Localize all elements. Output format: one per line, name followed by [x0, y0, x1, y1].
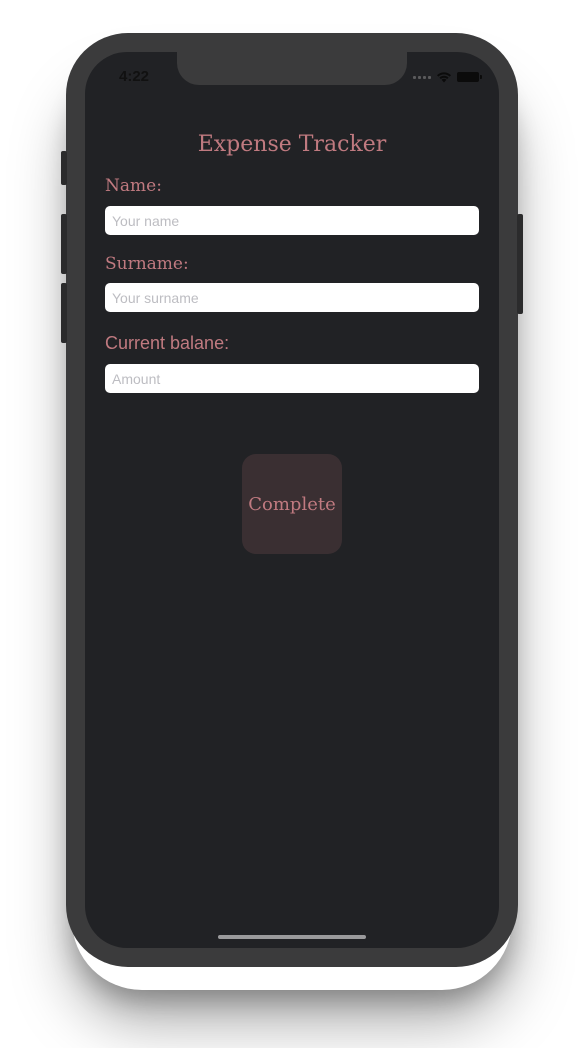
- mute-switch: [61, 151, 67, 185]
- app-title: Expense Tracker: [197, 132, 387, 157]
- volume-down-button: [61, 283, 67, 343]
- surname-field-container: [105, 283, 479, 312]
- status-time: 4:22: [119, 68, 150, 85]
- volume-up-button: [61, 214, 67, 274]
- app-screen: 4:22 Expense Tracker Name: Surname: Curr…: [85, 52, 499, 948]
- notch: [177, 52, 407, 85]
- power-button: [517, 214, 523, 314]
- stage: 4:22 Expense Tracker Name: Surname: Curr…: [0, 0, 584, 1048]
- status-icons: [413, 71, 482, 83]
- home-indicator[interactable]: [218, 935, 366, 939]
- surname-input[interactable]: [112, 289, 472, 306]
- wifi-icon: [437, 72, 451, 83]
- balance-label: Current balane:: [105, 333, 230, 353]
- name-label: Name:: [105, 176, 162, 196]
- balance-field-container: [105, 364, 479, 393]
- signal-icon: [413, 75, 431, 79]
- balance-input[interactable]: [112, 370, 472, 387]
- surname-label: Surname:: [105, 254, 189, 274]
- complete-button[interactable]: Complete: [242, 454, 342, 554]
- name-field-container: [105, 206, 479, 235]
- battery-icon: [457, 72, 482, 82]
- name-input[interactable]: [112, 212, 472, 229]
